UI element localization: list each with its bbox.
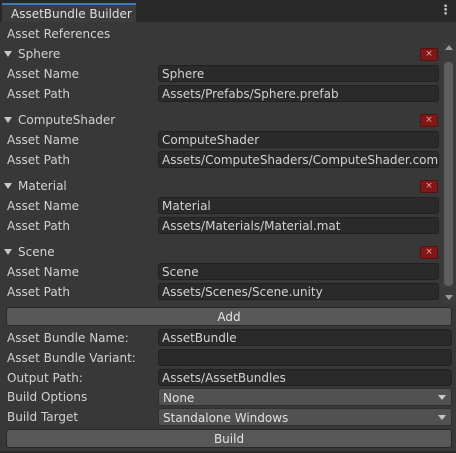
bundle-variant-label: Asset Bundle Variant: bbox=[7, 351, 136, 365]
build-options-label: Build Options bbox=[7, 390, 88, 404]
foldout-material[interactable]: Material bbox=[4, 177, 67, 195]
build-target-value: Standalone Windows bbox=[163, 411, 289, 425]
asset-path-label: Asset Path bbox=[7, 285, 70, 299]
foldout-arrow-icon bbox=[4, 182, 12, 189]
foldout-label: ComputeShader bbox=[18, 113, 116, 127]
asset-path-label: Asset Path bbox=[7, 219, 70, 233]
tab-assetbundle-builder[interactable]: AssetBundle Builder bbox=[2, 3, 136, 22]
bundle-name-field[interactable]: AssetBundle bbox=[158, 329, 452, 346]
asset-name-field-computeshader[interactable]: ComputeShader bbox=[158, 131, 439, 148]
asset-name-label: Asset Name bbox=[7, 67, 80, 81]
scrollbar-thumb[interactable] bbox=[444, 62, 453, 286]
remove-material-button[interactable]: × bbox=[420, 180, 438, 193]
build-options-value: None bbox=[163, 391, 195, 405]
foldout-arrow-icon bbox=[4, 248, 12, 255]
asset-name-field-scene[interactable]: Scene bbox=[158, 263, 439, 280]
asset-path-field-sphere[interactable]: Assets/Prefabs/Sphere.prefab bbox=[158, 85, 439, 102]
foldout-label: Scene bbox=[18, 245, 55, 259]
build-options-dropdown[interactable]: None bbox=[158, 388, 452, 406]
foldout-scene[interactable]: Scene bbox=[4, 243, 55, 261]
asset-path-label: Asset Path bbox=[7, 153, 70, 167]
bundle-variant-field[interactable] bbox=[158, 349, 452, 366]
asset-path-field-material[interactable]: Assets/Materials/Material.mat bbox=[158, 217, 439, 234]
asset-references-heading: Asset References bbox=[7, 27, 111, 41]
build-button[interactable]: Build bbox=[6, 429, 452, 448]
asset-path-field-computeshader[interactable]: Assets/ComputeShaders/ComputeShader.comp… bbox=[158, 151, 439, 168]
kebab-menu-icon[interactable]: ⋮ bbox=[439, 3, 452, 19]
asset-name-label: Asset Name bbox=[7, 265, 80, 279]
asset-name-label: Asset Name bbox=[7, 133, 80, 147]
output-path-field[interactable]: Assets/AssetBundles bbox=[158, 369, 452, 386]
output-path-label: Output Path: bbox=[7, 371, 83, 385]
foldout-computeshader[interactable]: ComputeShader bbox=[4, 111, 115, 129]
bundle-name-label: Asset Bundle Name: bbox=[7, 331, 129, 345]
asset-name-field-sphere[interactable]: Sphere bbox=[158, 65, 439, 82]
asset-name-field-material[interactable]: Material bbox=[158, 197, 439, 214]
foldout-arrow-icon bbox=[4, 50, 12, 57]
remove-sphere-button[interactable]: × bbox=[420, 48, 438, 61]
remove-scene-button[interactable]: × bbox=[420, 246, 438, 259]
scroll-up-icon[interactable] bbox=[445, 45, 453, 50]
dropdown-arrow-icon bbox=[438, 395, 446, 400]
build-target-label: Build Target bbox=[7, 410, 79, 424]
foldout-label: Sphere bbox=[18, 47, 61, 61]
scroll-down-icon[interactable] bbox=[445, 295, 453, 300]
foldout-sphere[interactable]: Sphere bbox=[4, 45, 60, 63]
window-titlebar: AssetBundle Builder ⋮ bbox=[0, 0, 456, 22]
dropdown-arrow-icon bbox=[438, 415, 446, 420]
build-target-dropdown[interactable]: Standalone Windows bbox=[158, 408, 452, 426]
remove-computeshader-button[interactable]: × bbox=[420, 114, 438, 127]
asset-path-label: Asset Path bbox=[7, 87, 70, 101]
tab-title: AssetBundle Builder bbox=[11, 7, 132, 21]
asset-path-field-scene[interactable]: Assets/Scenes/Scene.unity bbox=[158, 283, 439, 300]
add-button[interactable]: Add bbox=[6, 307, 452, 326]
asset-name-label: Asset Name bbox=[7, 199, 80, 213]
foldout-arrow-icon bbox=[4, 116, 12, 123]
foldout-label: Material bbox=[18, 179, 67, 193]
